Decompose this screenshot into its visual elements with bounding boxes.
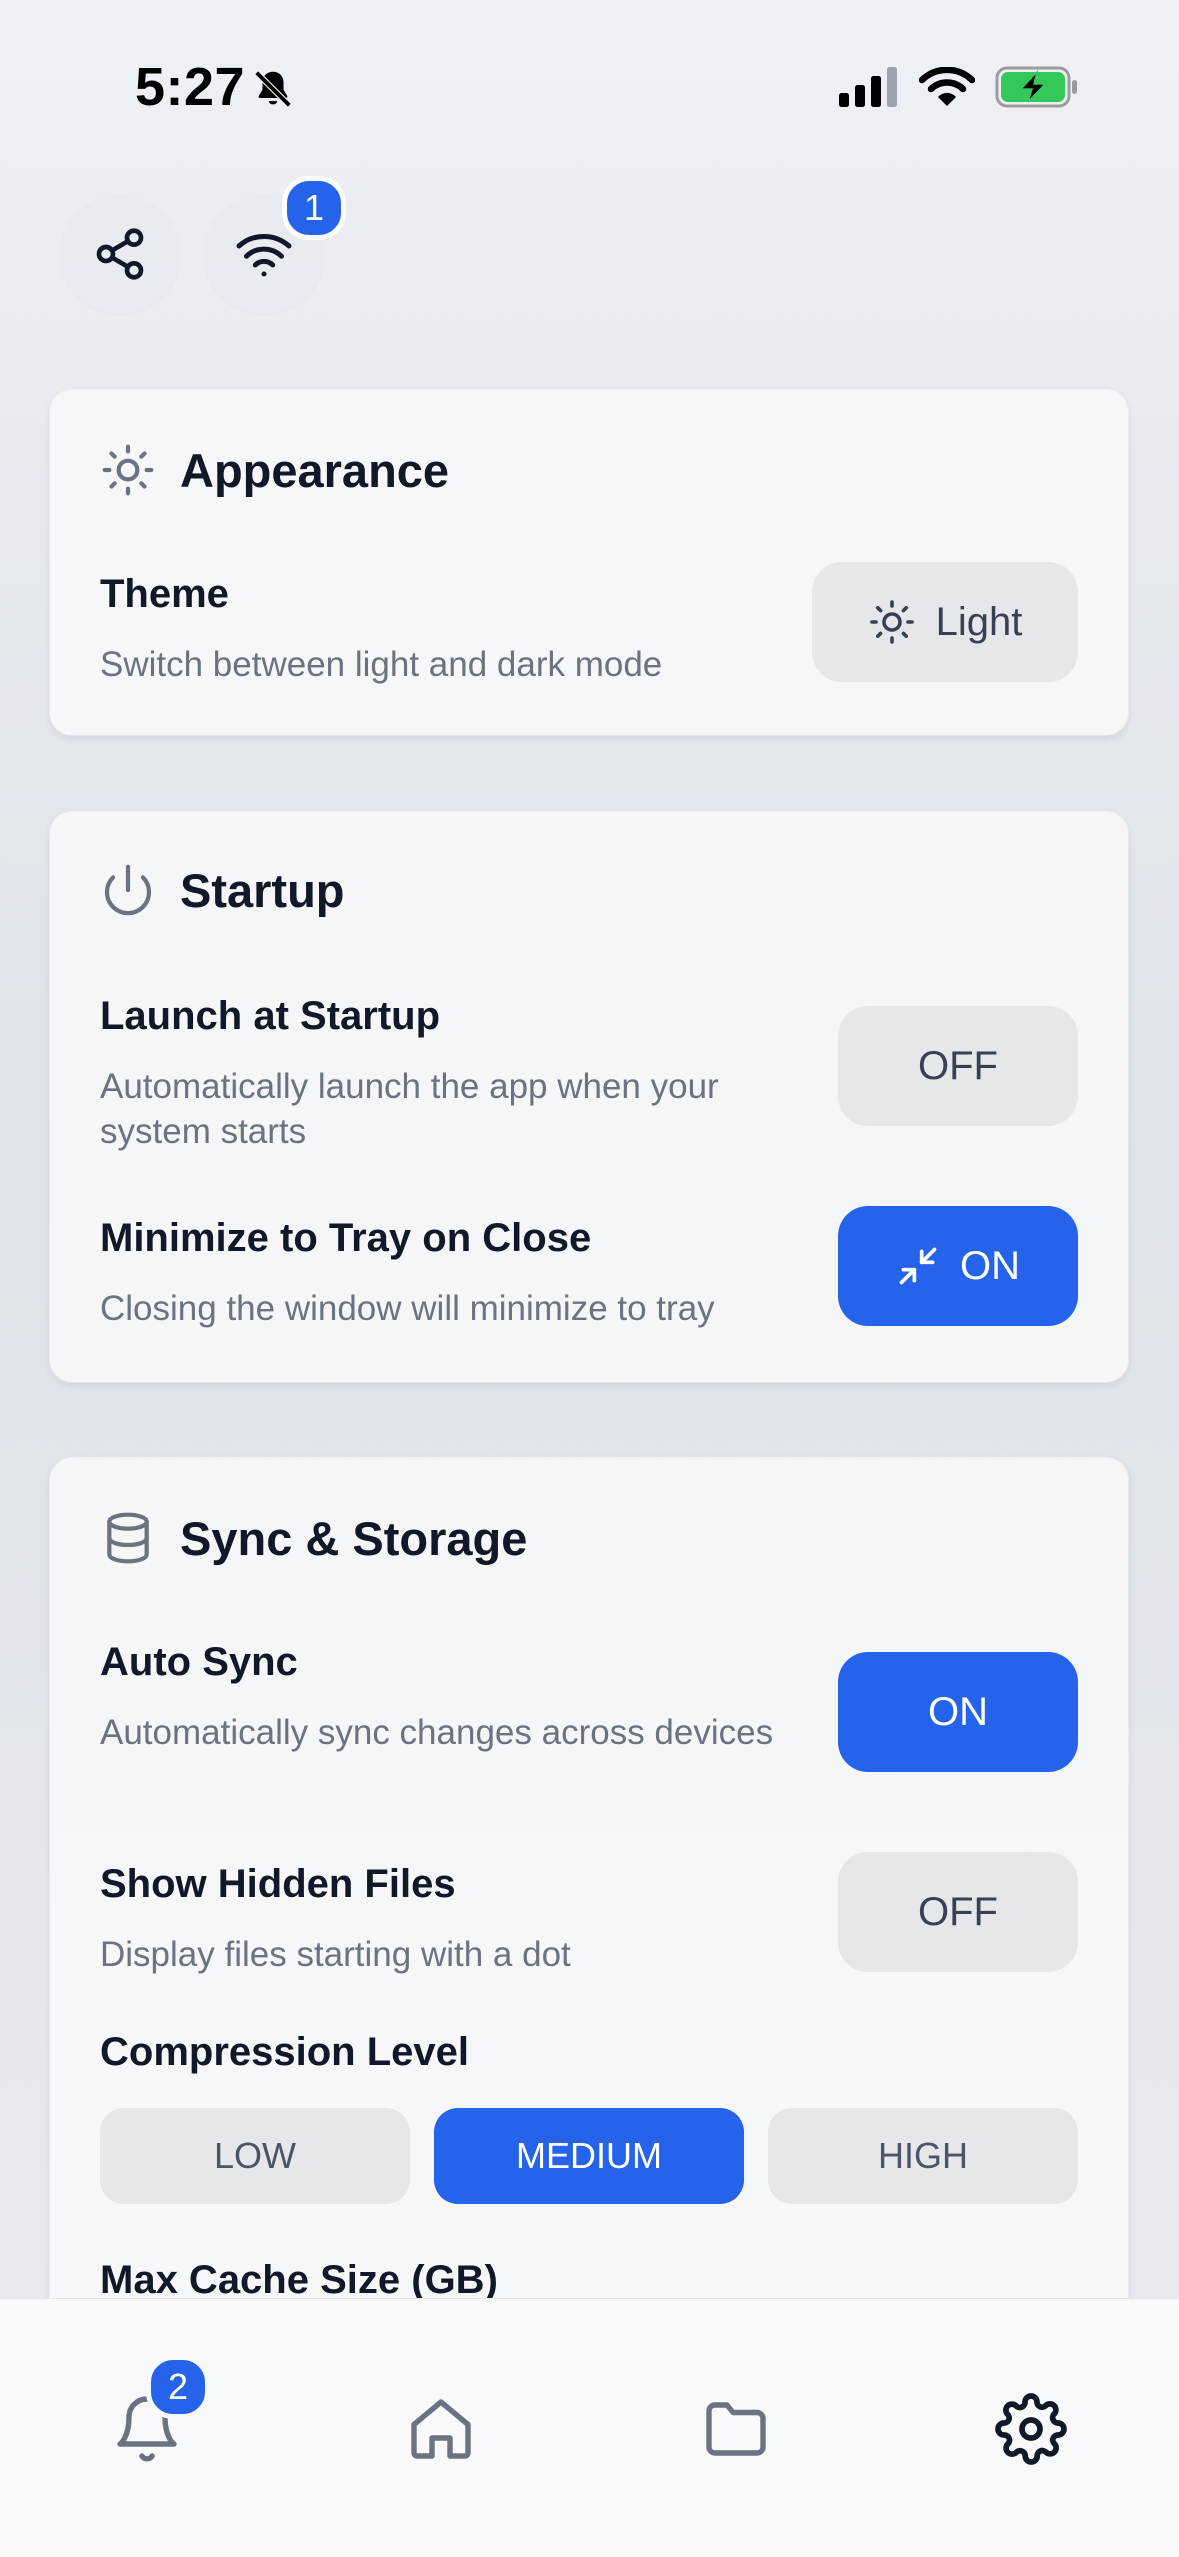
minimize-to-tray-desc: Closing the window will minimize to tray (100, 1289, 715, 1328)
sun-icon (102, 444, 154, 496)
minimize-to-tray-value: ON (960, 1243, 1020, 1288)
show-hidden-files-toggle[interactable]: OFF (838, 1852, 1078, 1972)
compression-medium-option[interactable]: MEDIUM (434, 2108, 744, 2204)
share-icon (96, 228, 144, 280)
theme-title: Theme (100, 572, 229, 616)
launch-at-startup-desc: Automatically launch the app when your s… (100, 1067, 719, 1151)
status-bar: 5:27 (0, 0, 1179, 170)
share-button[interactable] (60, 194, 180, 314)
database-icon (107, 1512, 149, 1564)
home-icon (411, 2399, 471, 2459)
theme-desc: Switch between light and dark mode (100, 645, 663, 684)
bottom-nav: 2 (0, 2298, 1179, 2557)
compression-level-title: Compression Level (100, 2030, 470, 2074)
theme-button[interactable]: Light (812, 562, 1078, 682)
nav-files[interactable] (676, 2369, 796, 2489)
appearance-header: Appearance (100, 442, 449, 498)
auto-sync-value: ON (928, 1689, 988, 1734)
startup-header: Startup (100, 862, 345, 918)
sync-storage-title: Sync & Storage (180, 1511, 528, 1565)
startup-card: Startup Launch at Startup Automatically … (50, 812, 1128, 1382)
nav-home[interactable] (381, 2369, 501, 2489)
auto-sync-desc: Automatically sync changes across device… (100, 1713, 774, 1752)
show-hidden-files-title: Show Hidden Files (100, 1862, 456, 1906)
gear-icon (995, 2393, 1067, 2465)
nav-settings[interactable] (971, 2369, 1091, 2489)
compression-high-option[interactable]: HIGH (768, 2108, 1078, 2204)
sync-storage-header: Sync & Storage (100, 1510, 527, 1566)
show-hidden-files-value: OFF (918, 1889, 998, 1934)
sun-icon (869, 600, 914, 644)
notifications-badge: 2 (146, 2355, 210, 2419)
theme-value: Light (935, 599, 1023, 644)
auto-sync-toggle[interactable]: ON (838, 1652, 1078, 1772)
power-icon (104, 864, 152, 916)
appearance-card: Appearance Theme Switch between light an… (50, 390, 1128, 735)
compression-low-option[interactable]: LOW (100, 2108, 410, 2204)
minimize-arrows-icon (899, 1247, 937, 1285)
max-cache-size-title: Max Cache Size (GB) (100, 2258, 498, 2302)
auto-sync-title: Auto Sync (100, 1640, 298, 1684)
launch-at-startup-value: OFF (918, 1043, 998, 1088)
status-indicators (839, 66, 1079, 108)
folder-icon (706, 2402, 766, 2456)
appearance-title: Appearance (180, 443, 450, 497)
launch-at-startup-toggle[interactable]: OFF (838, 1006, 1078, 1126)
wifi-icon (236, 234, 292, 277)
bell-muted-icon (254, 70, 292, 108)
launch-at-startup-title: Launch at Startup (100, 994, 441, 1038)
status-time: 5:27 (135, 57, 246, 117)
show-hidden-files-desc: Display files starting with a dot (100, 1935, 571, 1974)
minimize-to-tray-toggle[interactable]: ON (838, 1206, 1078, 1326)
minimize-to-tray-title: Minimize to Tray on Close (100, 1216, 592, 1260)
battery-charging-icon (995, 66, 1077, 108)
sync-storage-card: Sync & Storage Auto Sync Automatically s… (50, 1458, 1128, 2358)
cellular-signal-icon (839, 67, 897, 107)
compression-level-selector: LOW MEDIUM HIGH (100, 2108, 1078, 2204)
wifi-status-icon (919, 67, 975, 106)
wifi-badge: 1 (282, 176, 346, 240)
startup-title: Startup (180, 863, 345, 917)
